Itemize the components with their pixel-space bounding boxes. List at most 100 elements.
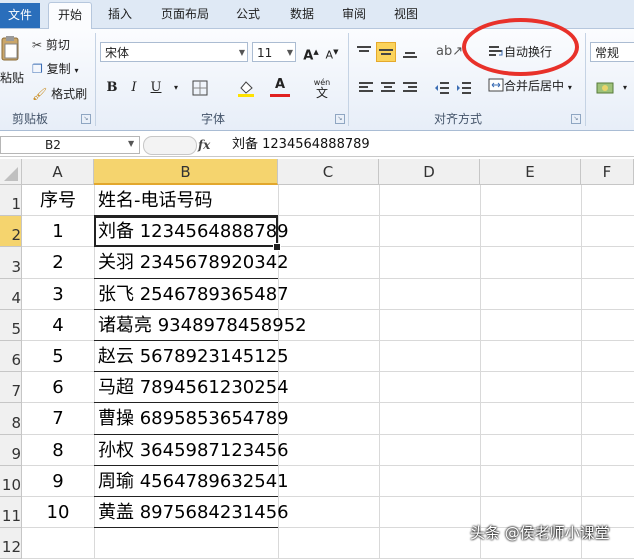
row-header[interactable]: 7 xyxy=(0,372,22,403)
row-header[interactable]: 10 xyxy=(0,466,22,497)
cell-b[interactable]: 姓名-电话号码 xyxy=(98,185,213,216)
column-header-c[interactable]: C xyxy=(278,159,379,185)
row-header[interactable]: 6 xyxy=(0,341,22,372)
row-header[interactable]: 12 xyxy=(0,528,22,559)
column-header-f[interactable]: F xyxy=(581,159,634,185)
row-header[interactable]: 5 xyxy=(0,310,22,341)
align-left-icon[interactable] xyxy=(356,78,376,98)
cell-b[interactable]: 周瑜 4564789632541 xyxy=(98,466,289,497)
currency-format-icon[interactable] xyxy=(594,78,616,98)
chevron-down-icon[interactable]: ▾ xyxy=(615,78,634,98)
align-middle-icon[interactable] xyxy=(376,42,396,62)
decrease-font-size-icon[interactable]: A▼ xyxy=(322,42,342,62)
dialog-launcher-icon[interactable]: ↘ xyxy=(571,114,581,124)
merge-cells-icon xyxy=(488,76,504,96)
cell-b[interactable]: 孙权 3645987123456 xyxy=(98,435,289,466)
cell-a[interactable]: 1 xyxy=(22,216,94,247)
column-header-a[interactable]: A xyxy=(22,159,94,185)
scissors-icon: ✂ xyxy=(32,38,43,52)
insert-function-button[interactable]: fx xyxy=(198,137,218,153)
cell-a[interactable]: 序号 xyxy=(22,185,94,216)
font-color-button[interactable]: A xyxy=(270,76,290,97)
cell-b[interactable]: 诸葛亮 9348978458952 xyxy=(98,310,307,341)
dialog-launcher-icon[interactable]: ↘ xyxy=(335,114,345,124)
alignment-group-label: 对齐方式 xyxy=(433,112,482,126)
phonetic-guide-button[interactable]: wén 文 xyxy=(310,78,334,99)
highlight-circle xyxy=(462,18,579,76)
font-name-select[interactable]: 宋体 ▼ xyxy=(100,42,248,62)
cell-a[interactable]: 10 xyxy=(22,497,94,528)
tab-home[interactable]: 开始 xyxy=(48,2,92,30)
increase-indent-icon[interactable] xyxy=(454,78,474,98)
name-box[interactable]: B2 xyxy=(0,136,140,154)
merge-center-button[interactable]: 合并后居中 ▾ xyxy=(488,76,580,96)
cell-a[interactable]: 9 xyxy=(22,466,94,497)
select-all-corner[interactable] xyxy=(0,159,22,185)
increase-font-size-icon[interactable]: A▲ xyxy=(301,42,321,63)
align-bottom-icon[interactable] xyxy=(400,42,420,62)
dialog-launcher-icon[interactable]: ↘ xyxy=(81,114,91,124)
cell-a[interactable]: 8 xyxy=(22,435,94,466)
fill-color-icon[interactable] xyxy=(236,78,256,98)
row-header[interactable]: 2 xyxy=(0,216,22,247)
borders-icon[interactable] xyxy=(190,78,210,98)
column-header-d[interactable]: D xyxy=(379,159,480,185)
tab-formulas[interactable]: 公式 xyxy=(226,0,270,28)
tab-insert[interactable]: 插入 xyxy=(98,0,142,28)
row-header[interactable]: 9 xyxy=(0,435,22,466)
formula-input[interactable]: 刘备 1234564888789 xyxy=(232,136,370,154)
cell-a[interactable]: 5 xyxy=(22,341,94,372)
column-header-b[interactable]: B xyxy=(94,159,278,185)
cell-b[interactable]: 张飞 2546789365487 xyxy=(98,279,289,310)
italic-button[interactable]: I xyxy=(124,78,144,98)
cell-a[interactable]: 4 xyxy=(22,310,94,341)
cell-b[interactable]: 曹操 6895853654789 xyxy=(98,403,289,434)
tab-page-layout[interactable]: 页面布局 xyxy=(152,0,218,28)
row-header[interactable]: 8 xyxy=(0,403,22,435)
align-top-icon[interactable] xyxy=(354,42,374,62)
align-center-icon[interactable] xyxy=(378,78,398,98)
row-header[interactable]: 4 xyxy=(0,279,22,310)
clipboard-group-label: 剪贴板 xyxy=(11,112,48,126)
cell-b[interactable]: 黄盖 8975684231456 xyxy=(98,497,289,528)
cell-b[interactable]: 关羽 2345678920342 xyxy=(98,247,289,278)
chevron-down-icon[interactable]: ▼ xyxy=(128,139,134,148)
cell-b[interactable]: 马超 7894561230254 xyxy=(98,372,289,403)
copy-icon: ❐ xyxy=(32,62,43,76)
format-painter-button[interactable]: 🖌 格式刷 xyxy=(32,84,92,104)
tab-view[interactable]: 视图 xyxy=(384,0,428,28)
cell-border xyxy=(94,527,278,528)
row-header[interactable]: 3 xyxy=(0,247,22,279)
bold-button[interactable]: B xyxy=(102,78,122,98)
selected-cell-b2[interactable] xyxy=(94,216,278,247)
tab-review[interactable]: 审阅 xyxy=(332,0,376,28)
column-header-e[interactable]: E xyxy=(480,159,581,185)
underline-button[interactable]: U xyxy=(146,78,166,98)
fill-handle[interactable] xyxy=(273,243,281,251)
paste-button[interactable]: 粘贴 xyxy=(0,68,24,88)
cut-button[interactable]: ✂ 剪切 xyxy=(32,35,92,55)
group-divider xyxy=(585,33,586,126)
cell-a[interactable]: 7 xyxy=(22,403,94,434)
cell-a[interactable]: 6 xyxy=(22,372,94,403)
tab-file[interactable]: 文件 xyxy=(0,3,40,28)
chevron-down-icon: ▾ xyxy=(74,66,79,75)
row-header[interactable]: 1 xyxy=(0,185,22,216)
number-format-select[interactable]: 常规 xyxy=(590,42,634,62)
row-header[interactable]: 11 xyxy=(0,497,22,528)
cell-b[interactable]: 赵云 5678923145125 xyxy=(98,341,289,372)
align-right-icon[interactable] xyxy=(400,78,420,98)
paste-icon[interactable] xyxy=(0,36,20,64)
font-size-select[interactable]: 11 ▼ xyxy=(252,42,296,62)
tab-data[interactable]: 数据 xyxy=(280,0,324,28)
chevron-down-icon[interactable]: ▾ xyxy=(166,78,186,98)
chevron-down-icon: ▼ xyxy=(238,48,245,57)
paintbrush-icon: 🖌 xyxy=(32,87,48,101)
decrease-indent-icon[interactable] xyxy=(432,78,452,98)
chevron-down-icon: ▾ xyxy=(567,83,572,92)
cell-a[interactable]: 2 xyxy=(22,247,94,278)
text-orientation-icon[interactable]: ab↗ xyxy=(436,42,463,62)
chevron-down-icon: ▼ xyxy=(286,48,293,57)
copy-button[interactable]: ❐ 复制 ▾ xyxy=(32,59,92,79)
cell-a[interactable]: 3 xyxy=(22,279,94,310)
